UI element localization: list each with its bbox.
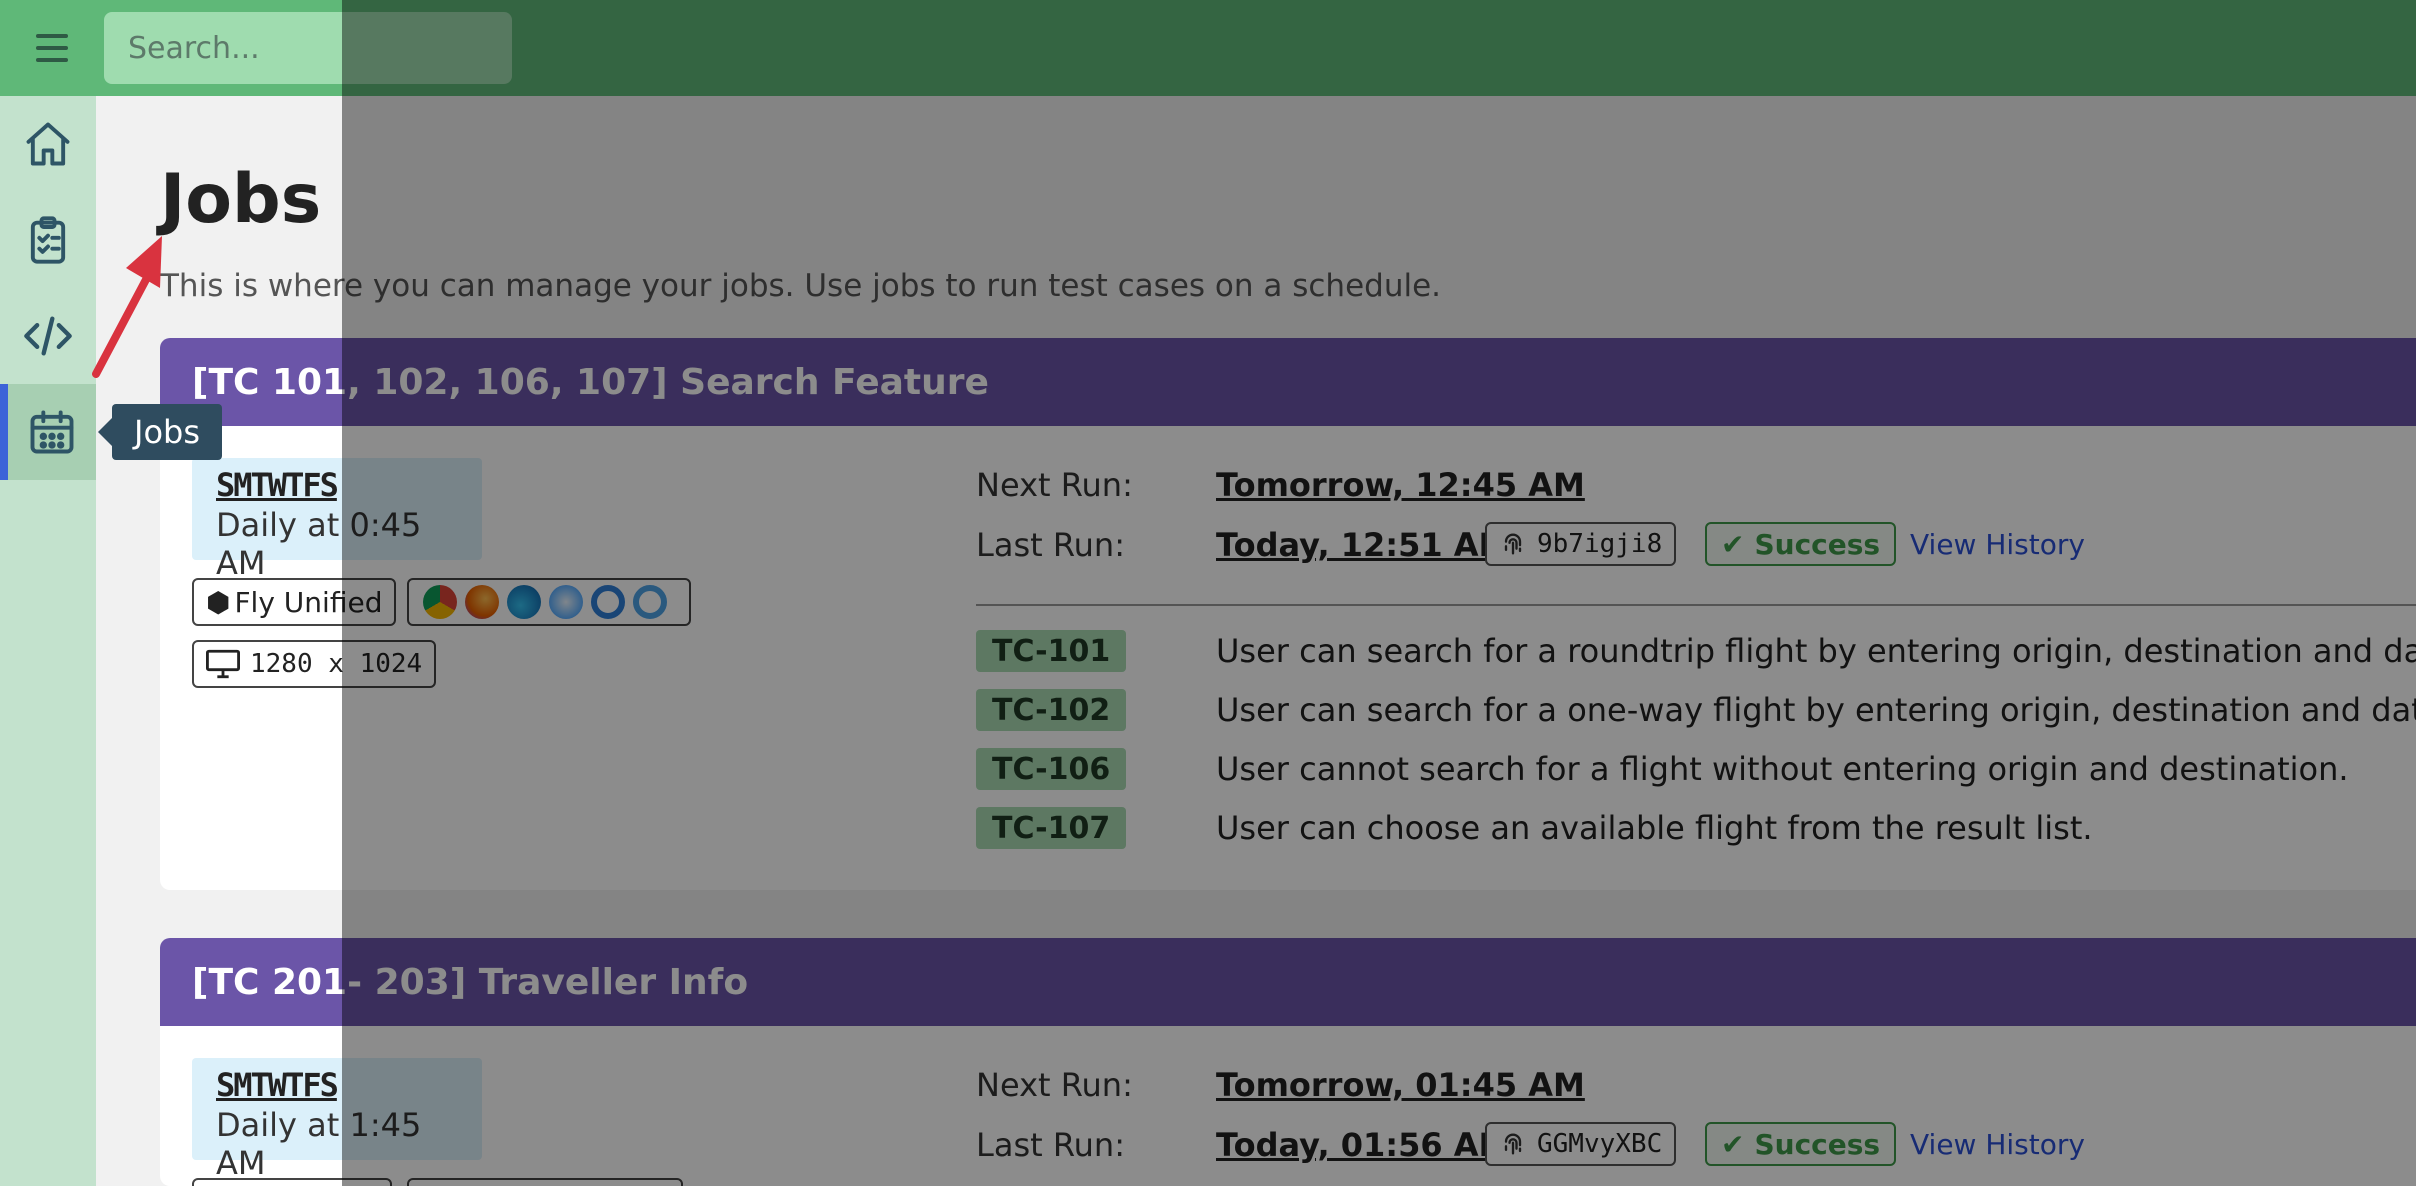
divider (976, 604, 2416, 606)
schedule-days: SMTWTFS (216, 466, 339, 504)
job-card-title[interactable]: [TC 101, 102, 106, 107] Search Feature (160, 338, 2416, 426)
status-badge: ✔ Success (1705, 1122, 1897, 1166)
view-history-link[interactable]: View History (1910, 1128, 2085, 1161)
test-case-id[interactable]: TC-101 (976, 630, 1127, 672)
status-text: Success (1754, 1127, 1881, 1161)
test-case-description: User cannot search for a flight without … (1216, 750, 2349, 788)
job-card-title[interactable]: [TC 201- 203] Traveller Info (160, 938, 2416, 1026)
next-run-value[interactable]: Tomorrow, 12:45 AM (1216, 466, 1585, 504)
view-history-link[interactable]: View History (1910, 528, 2085, 561)
fingerprint-icon (1504, 1133, 1522, 1155)
top-bar (0, 0, 2416, 96)
status-badge: ✔ Success (1705, 522, 1897, 566)
resolution-tag: 1280 x 1024 (192, 640, 437, 688)
calendar-icon (30, 410, 74, 454)
test-case-id[interactable]: TC-102 (976, 689, 1127, 731)
browser-tag (407, 578, 691, 626)
edge-icon (507, 585, 541, 619)
schedule-days: SMTWTFS (216, 1066, 339, 1104)
project-tag (192, 1178, 392, 1186)
schedule-time: Daily at 0:45 AM (216, 506, 422, 582)
test-case-id[interactable]: TC-107 (976, 807, 1127, 849)
test-case-id[interactable]: TC-106 (976, 748, 1127, 790)
sidebar-item-jobs[interactable] (0, 384, 96, 480)
fingerprint-icon (1504, 533, 1522, 555)
sidebar-tooltip: Jobs (98, 404, 222, 460)
last-run-value[interactable]: Today, 01:56 AM (1216, 1126, 1510, 1164)
project-name: Fly Unified (234, 585, 383, 619)
code-icon (24, 316, 72, 356)
monitor-icon (206, 649, 240, 679)
schedule-box: SMTWTFS Daily at 0:45 AM (192, 458, 482, 582)
safari-icon (549, 585, 583, 619)
test-case-description: User can search for a one-way flight by … (1216, 691, 2416, 729)
sidebar (0, 96, 96, 1186)
test-case-description: User can choose an available flight from… (1216, 809, 2093, 847)
cube-icon: ⬢ (206, 585, 231, 619)
status-text: Success (1754, 527, 1881, 561)
job-card: [TC 101, 102, 106, 107] Search Feature S… (160, 338, 2416, 890)
page-description: This is where you can manage your jobs. … (160, 268, 1442, 304)
run-id: 9b7igji8 (1537, 529, 1663, 559)
check-icon: ✔ (1721, 1127, 1745, 1161)
schedule-box: SMTWTFS Daily at 1:45 AM (192, 1058, 482, 1182)
run-id-badge[interactable]: 9b7igji8 (1485, 522, 1677, 566)
last-run-label: Last Run: (976, 1126, 1125, 1164)
next-run-label: Next Run: (976, 1066, 1133, 1104)
chrome-icon (423, 585, 457, 619)
test-case-description: User can search for a roundtrip flight b… (1216, 632, 2416, 670)
page-title: Jobs (160, 160, 322, 239)
search-input[interactable] (104, 12, 512, 84)
resolution-value: 1280 x 1024 (250, 649, 423, 679)
home-icon (26, 122, 70, 166)
hamburger-menu-icon[interactable] (28, 28, 76, 68)
firefox-icon (465, 585, 499, 619)
project-tag: ⬢ Fly Unified (192, 578, 397, 626)
job-card: [TC 201- 203] Traveller Info SMTWTFS Dai… (160, 938, 2416, 1186)
clipboard-icon (30, 216, 66, 264)
last-run-value[interactable]: Today, 12:51 AM (1216, 526, 1510, 564)
sidebar-item-code[interactable] (0, 288, 96, 384)
last-run-label: Last Run: (976, 526, 1125, 564)
ie-icon (633, 585, 667, 619)
edge-legacy-icon (591, 585, 625, 619)
schedule-time: Daily at 1:45 AM (216, 1106, 422, 1182)
next-run-label: Next Run: (976, 466, 1133, 504)
browser-tag (407, 1178, 683, 1186)
check-icon: ✔ (1721, 527, 1745, 561)
run-id: GGMvyXBC (1537, 1129, 1663, 1159)
run-id-badge[interactable]: GGMvyXBC (1485, 1122, 1677, 1166)
sidebar-item-test-cases[interactable] (0, 192, 96, 288)
next-run-value[interactable]: Tomorrow, 01:45 AM (1216, 1066, 1585, 1104)
sidebar-item-home[interactable] (0, 96, 96, 192)
